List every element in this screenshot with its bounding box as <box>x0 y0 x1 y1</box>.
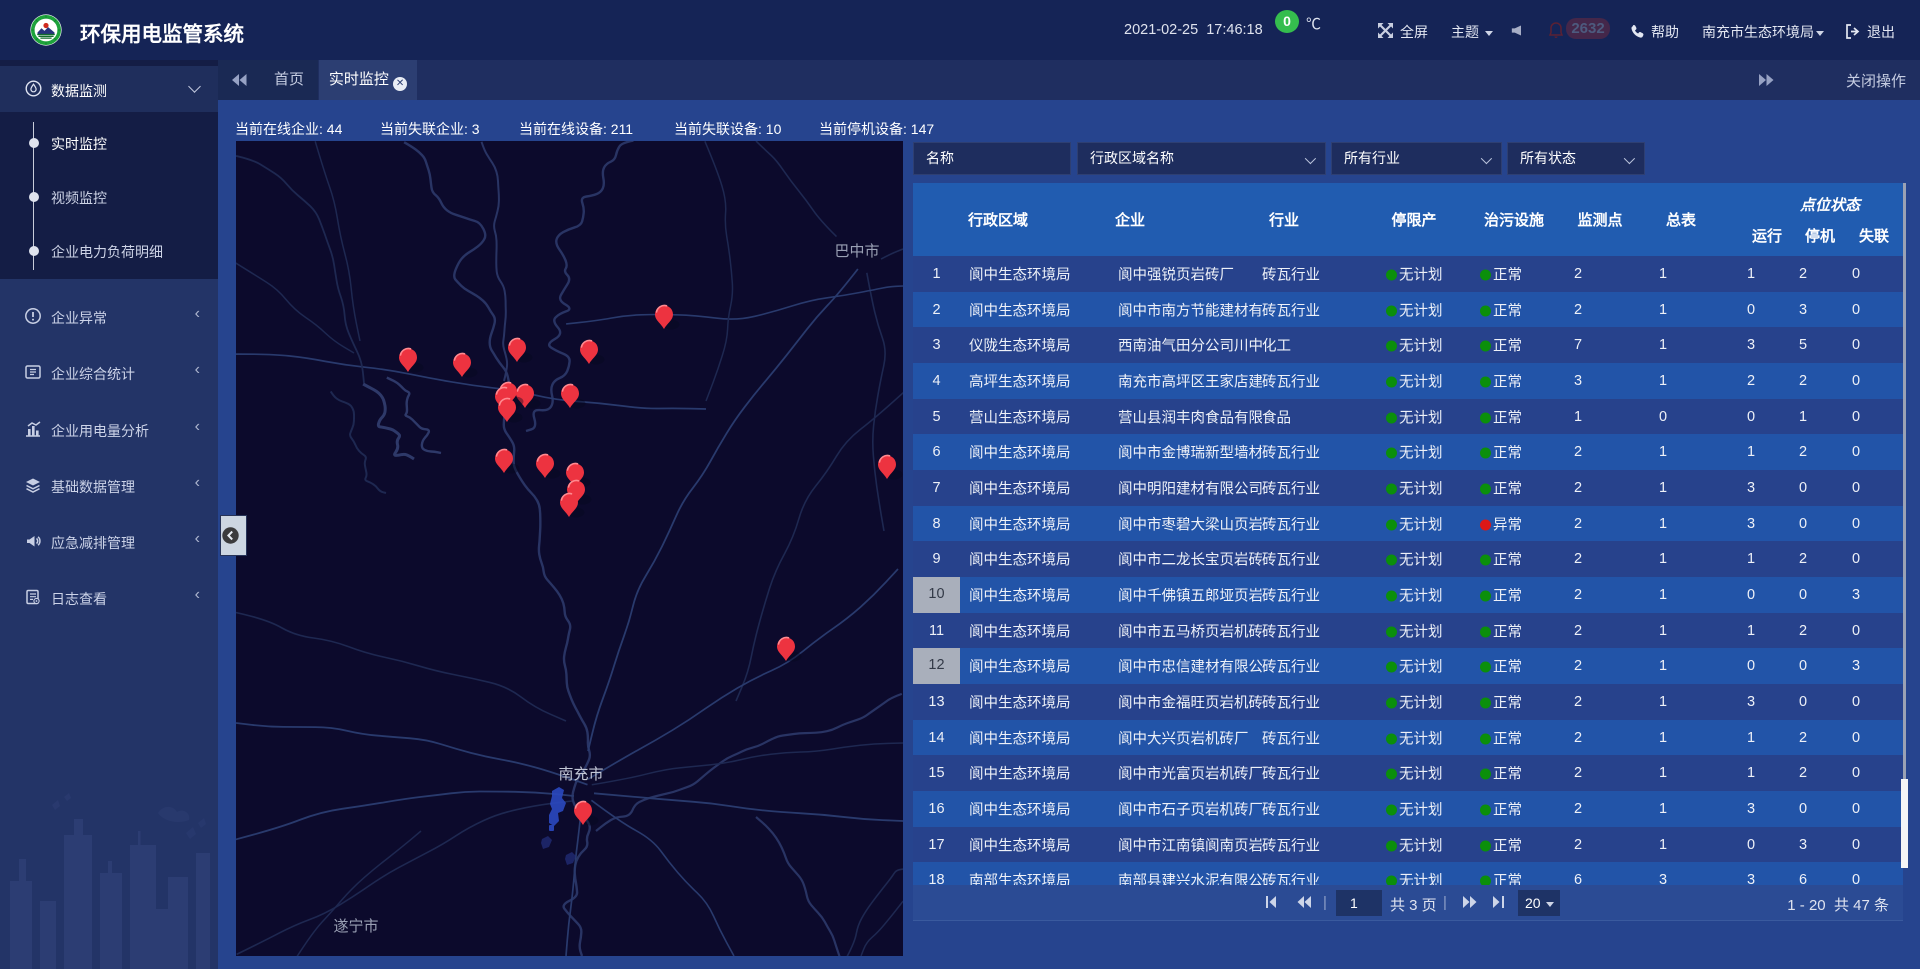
svg-text:巴中市: 巴中市 <box>834 243 879 260</box>
svg-text:遂宁市: 遂宁市 <box>333 918 378 935</box>
svg-text:南充市: 南充市 <box>558 766 603 783</box>
